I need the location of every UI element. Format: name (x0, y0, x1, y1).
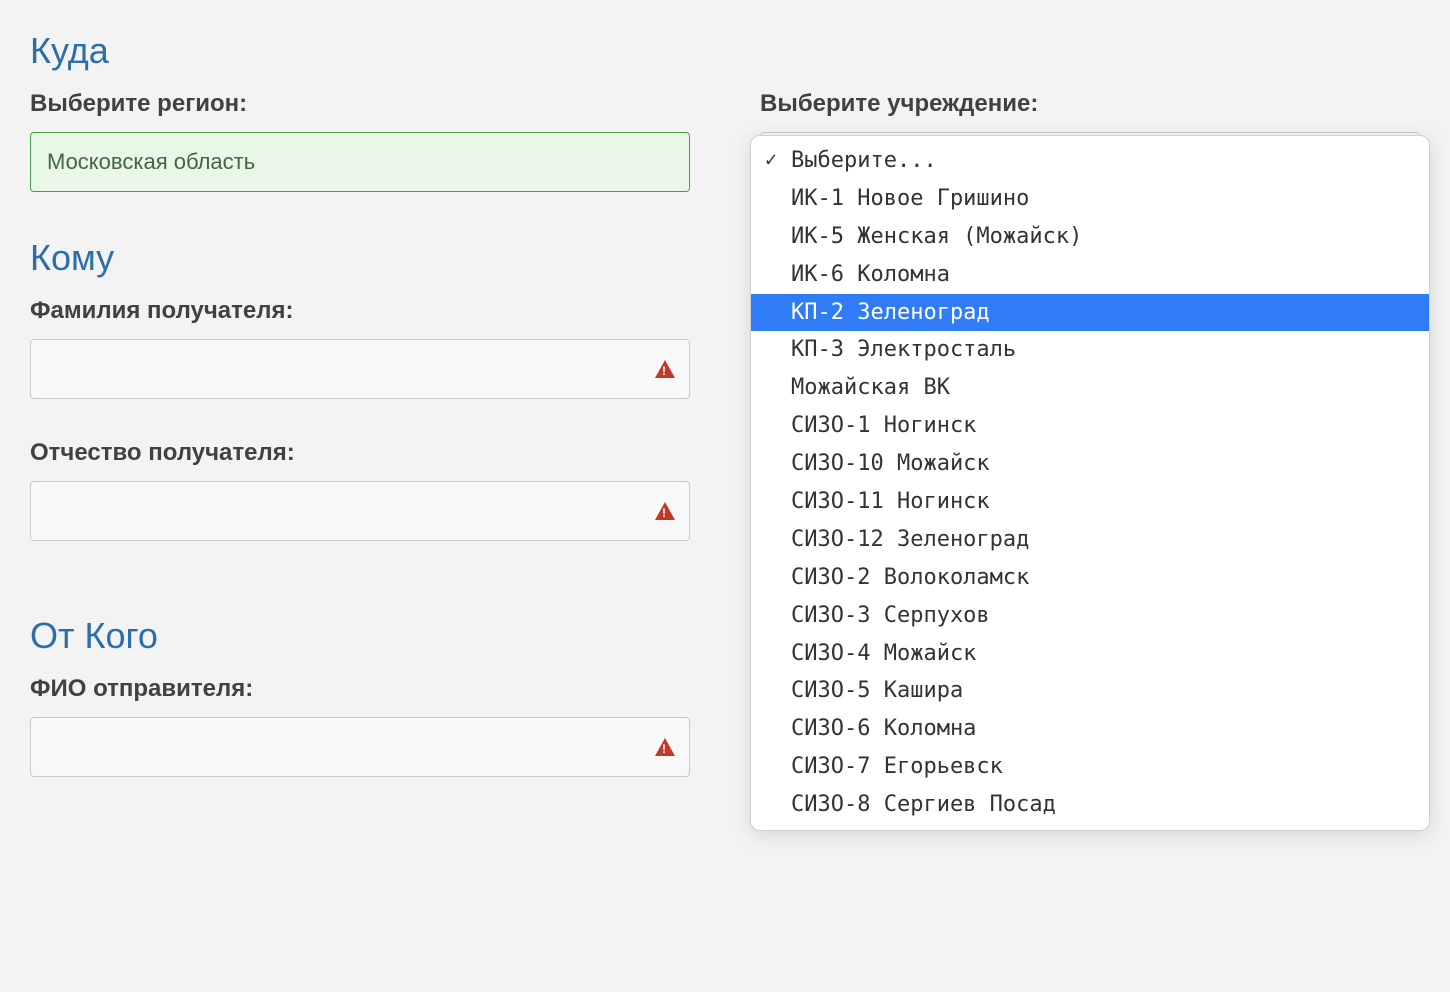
sender-fullname-input[interactable] (30, 717, 690, 777)
dropdown-option[interactable]: ИК-1 Новое Гришино (751, 180, 1429, 218)
dropdown-option[interactable]: ИК-5 Женская (Можайск) (751, 218, 1429, 256)
dropdown-option[interactable]: СИЗО-2 Волоколамск (751, 559, 1429, 597)
dropdown-option[interactable]: Можайская ВК (751, 369, 1429, 407)
dropdown-option[interactable]: СИЗО-6 Коломна (751, 710, 1429, 748)
label-sender-fullname: ФИО отправителя: (30, 675, 690, 703)
recipient-lastname-input[interactable] (30, 339, 690, 399)
dropdown-option[interactable]: СИЗО-4 Можайск (751, 635, 1429, 673)
recipient-patronymic-input[interactable] (30, 481, 690, 541)
dropdown-option[interactable]: КП-3 Электросталь (751, 331, 1429, 369)
warning-icon (655, 738, 675, 756)
dropdown-option[interactable]: СИЗО-11 Ногинск (751, 483, 1429, 521)
dropdown-option[interactable]: СИЗО-10 Можайск (751, 445, 1429, 483)
dropdown-option[interactable]: СИЗО-12 Зеленоград (751, 521, 1429, 559)
dropdown-option[interactable]: СИЗО-5 Кашира (751, 672, 1429, 710)
dropdown-placeholder[interactable]: Выберите... (751, 142, 1429, 180)
institution-dropdown[interactable]: Выберите...ИК-1 Новое ГришиноИК-5 Женска… (750, 135, 1430, 831)
warning-icon (655, 360, 675, 378)
section-where-title: Куда (30, 30, 1420, 72)
label-recipient-patronymic: Отчество получателя: (30, 439, 690, 467)
region-select[interactable]: Московская область (30, 132, 690, 192)
dropdown-option[interactable]: СИЗО-3 Серпухов (751, 597, 1429, 635)
dropdown-option[interactable]: КП-2 Зеленоград (751, 294, 1429, 332)
dropdown-option[interactable]: СИЗО-7 Егорьевск (751, 748, 1429, 786)
label-select-region: Выберите регион: (30, 90, 690, 118)
dropdown-option[interactable]: ИК-6 Коломна (751, 256, 1429, 294)
label-select-institution: Выберите учреждение: (760, 90, 1420, 118)
region-select-value: Московская область (47, 149, 255, 175)
warning-icon (655, 502, 675, 520)
label-recipient-lastname: Фамилия получателя: (30, 297, 690, 325)
dropdown-option[interactable]: СИЗО-1 Ногинск (751, 407, 1429, 445)
dropdown-option[interactable]: СИЗО-8 Сергиев Посад (751, 786, 1429, 824)
